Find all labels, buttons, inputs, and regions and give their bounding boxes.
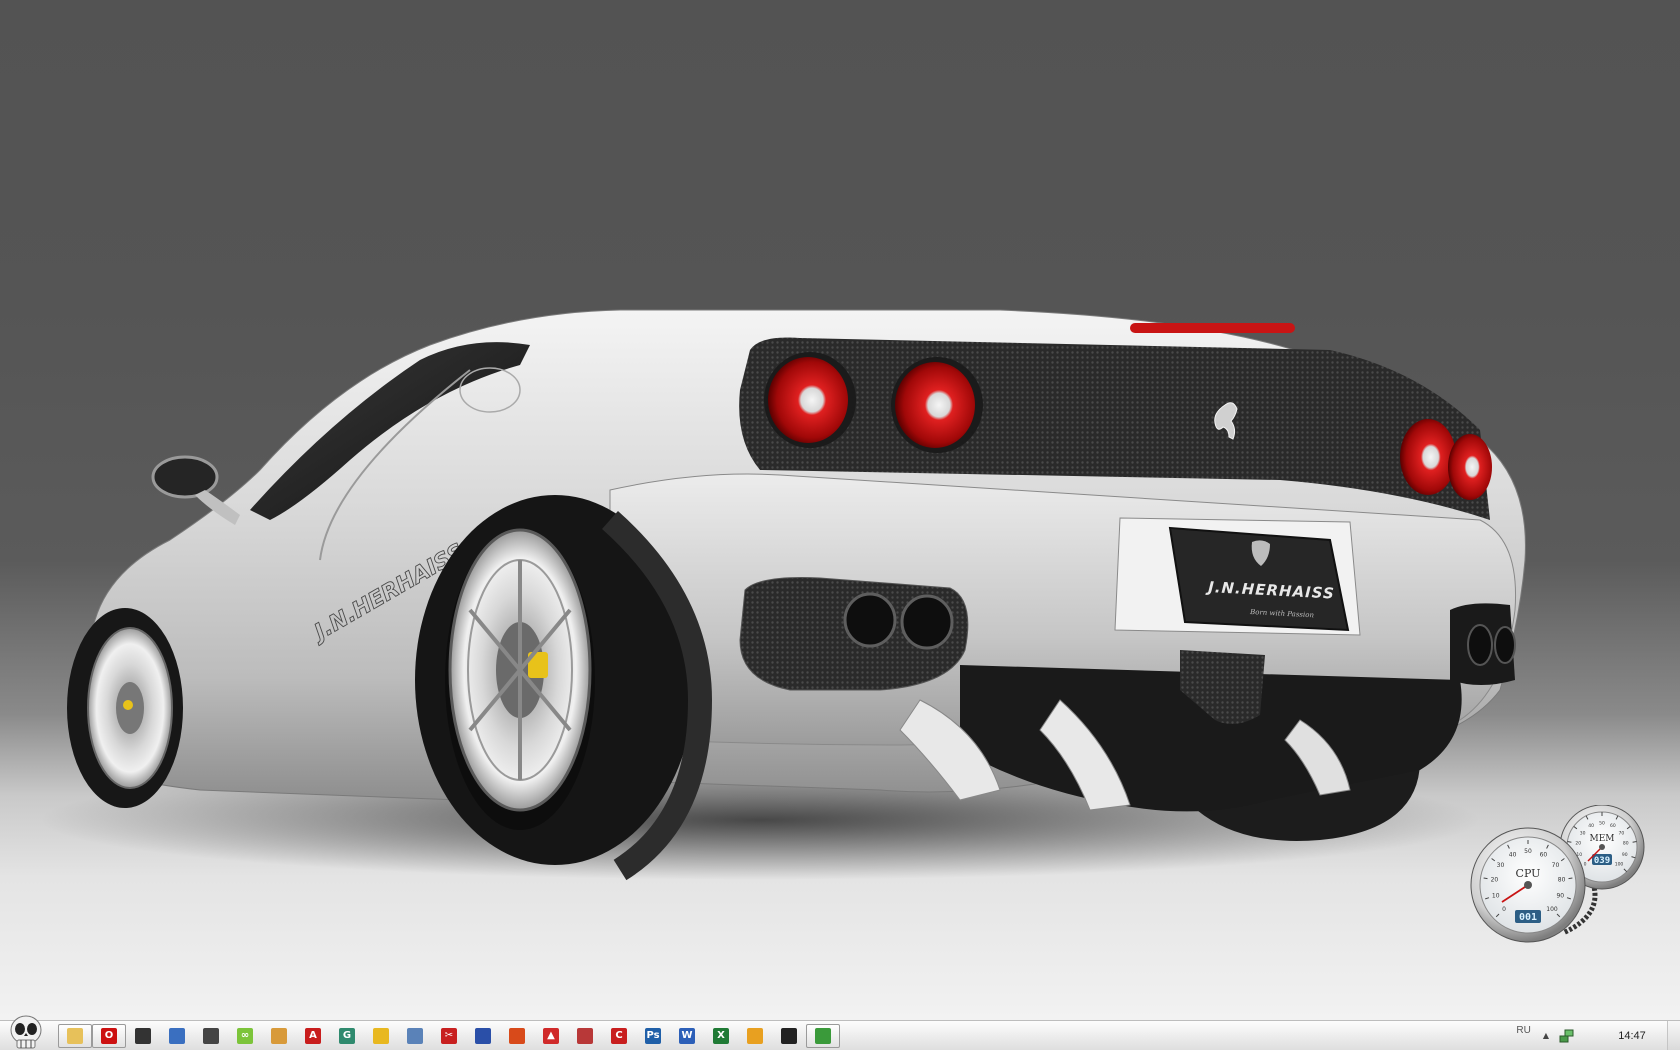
mem-tick-label: 60 <box>1610 823 1616 829</box>
cpu-tick-label: 0 <box>1502 906 1506 913</box>
globe-icon: G <box>339 1028 355 1044</box>
mem-tick-label: 20 <box>1575 841 1581 847</box>
mem-tick-label: 90 <box>1622 852 1628 858</box>
infinity-icon: ∞ <box>237 1028 253 1044</box>
show-hidden-icons-arrow[interactable]: ▲ <box>1543 1031 1549 1040</box>
clock[interactable]: 14:47 <box>1597 1030 1667 1042</box>
record-icon <box>577 1028 593 1044</box>
ql-game[interactable] <box>772 1024 806 1048</box>
acrobat-icon: A <box>305 1028 321 1044</box>
ql-triangle[interactable]: ▲ <box>534 1024 568 1048</box>
mem-tick-mark <box>1567 841 1572 843</box>
mem-tick-label: 50 <box>1599 821 1605 827</box>
ql-chat[interactable] <box>262 1024 296 1048</box>
game-icon <box>781 1028 797 1044</box>
mem-tick-label: 0 <box>1584 862 1587 868</box>
cpu-value: 001 <box>1519 912 1537 923</box>
network-icon <box>169 1028 185 1044</box>
cpu-tick-mark <box>1483 877 1488 880</box>
show-desktop-button[interactable] <box>1667 1021 1680 1050</box>
warning-icon <box>747 1028 763 1044</box>
ql-record[interactable] <box>568 1024 602 1048</box>
language-indicator[interactable]: RU <box>1516 1025 1530 1036</box>
cpu-gauge: 0102030405060708090100 CPU 001 <box>1470 827 1586 943</box>
disk-icon <box>475 1028 491 1044</box>
mem-tick-label: 80 <box>1623 841 1629 847</box>
ql-acrobat[interactable]: A <box>296 1024 330 1048</box>
chat-icon <box>271 1028 287 1044</box>
start-button[interactable] <box>6 1013 46 1050</box>
cpu-tick-label: 100 <box>1546 906 1558 913</box>
system-monitor-gadget[interactable]: 0102030405060708090100 MEM 039 010203040… <box>1468 805 1648 945</box>
cpu-tick-label: 90 <box>1556 893 1564 900</box>
pen-icon <box>373 1028 389 1044</box>
ql-infinity[interactable]: ∞ <box>228 1024 262 1048</box>
ql-warning[interactable] <box>738 1024 772 1048</box>
cpu-tick-label: 50 <box>1524 848 1532 855</box>
cpu-tick-label: 40 <box>1509 852 1517 859</box>
cpu-tick-label: 30 <box>1497 862 1505 869</box>
cpu-tick-label: 10 <box>1492 893 1500 900</box>
excel-icon: X <box>713 1028 729 1044</box>
cpu-tick-label: 70 <box>1552 862 1560 869</box>
opera-icon: O <box>101 1028 117 1044</box>
ql-globe[interactable]: G <box>330 1024 364 1048</box>
ql-cycle[interactable]: C <box>602 1024 636 1048</box>
triangle-icon: ▲ <box>543 1028 559 1044</box>
mem-tick-label: 30 <box>1580 830 1586 836</box>
cycle-icon: C <box>611 1028 627 1044</box>
ql-pen[interactable] <box>364 1024 398 1048</box>
ql-word[interactable]: W <box>670 1024 704 1048</box>
flame-icon <box>509 1028 525 1044</box>
photoshop-icon: Ps <box>645 1028 661 1044</box>
quick-launch-bar: O ∞ A G ✂ ▲ C Ps W X <box>58 1024 840 1048</box>
mem-value: 039 <box>1594 856 1610 866</box>
ql-disk[interactable] <box>466 1024 500 1048</box>
ql-photoshop[interactable]: Ps <box>636 1024 670 1048</box>
ql-flame[interactable] <box>500 1024 534 1048</box>
ql-explorer[interactable] <box>58 1024 92 1048</box>
cpu-tick-label: 60 <box>1540 852 1548 859</box>
ql-shield[interactable] <box>194 1024 228 1048</box>
person-icon <box>407 1028 423 1044</box>
cpu-tick-label: 80 <box>1558 877 1566 884</box>
network-tray-icon[interactable] <box>1559 1028 1575 1044</box>
scissors-icon: ✂ <box>441 1028 457 1044</box>
mem-tick-label: 70 <box>1619 830 1625 836</box>
ql-network[interactable] <box>160 1024 194 1048</box>
cpu-label: CPU <box>1516 867 1541 880</box>
cpu-tick-label: 20 <box>1491 877 1499 884</box>
mem-tick-label: 100 <box>1615 862 1624 868</box>
notepad-icon <box>815 1028 831 1044</box>
folder-icon <box>67 1028 83 1044</box>
ql-cut[interactable]: ✂ <box>432 1024 466 1048</box>
skull-icon <box>10 1015 42 1049</box>
mem-tick-label: 40 <box>1588 823 1594 829</box>
taskbar: O ∞ A G ✂ ▲ C Ps W X RU ▲ 14:47 <box>0 1015 1680 1050</box>
ql-opera[interactable]: O <box>92 1024 126 1048</box>
shield-icon <box>203 1028 219 1044</box>
cpu-tick-mark <box>1568 877 1573 880</box>
word-icon: W <box>679 1028 695 1044</box>
mem-tick-mark <box>1632 841 1637 843</box>
ql-person[interactable] <box>398 1024 432 1048</box>
ql-media[interactable] <box>126 1024 160 1048</box>
desktop[interactable]: J.N.HERHAISS Born with Passion J.N.HERHA… <box>0 0 1680 1020</box>
ql-notepad[interactable] <box>806 1024 840 1048</box>
ql-excel[interactable]: X <box>704 1024 738 1048</box>
film-icon <box>135 1028 151 1044</box>
car-wallpaper: J.N.HERHAISS Born with Passion J.N.HERHA… <box>40 309 1526 881</box>
mem-label: MEM <box>1589 834 1614 844</box>
system-tray: RU ▲ 14:47 <box>1516 1021 1680 1050</box>
